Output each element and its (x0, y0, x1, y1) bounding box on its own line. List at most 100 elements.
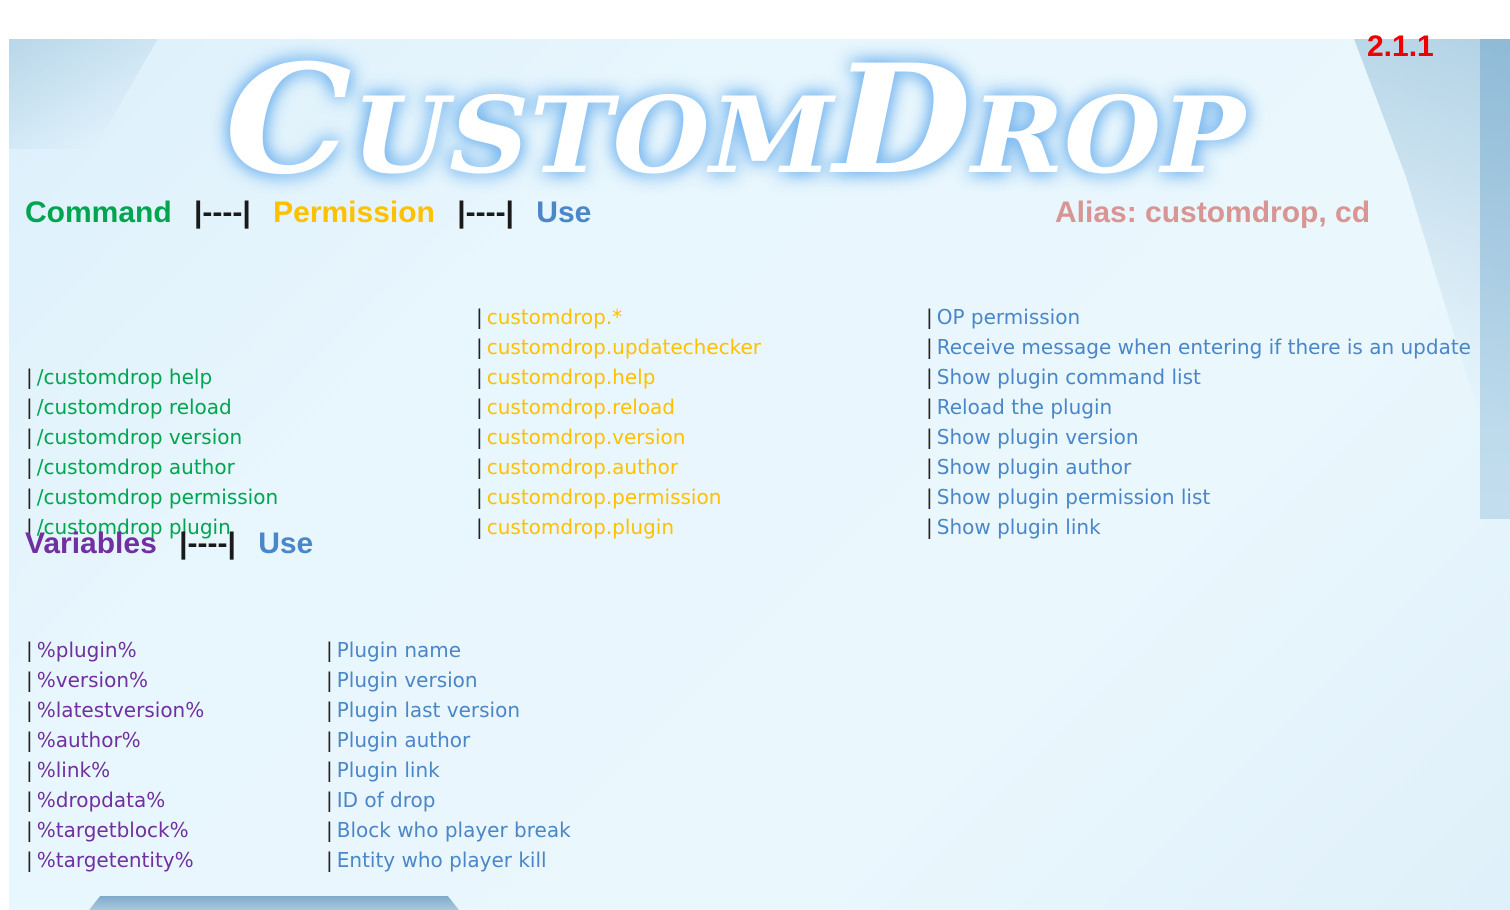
row-separator: | (26, 728, 33, 752)
command-text: /customdrop version (36, 425, 243, 449)
variable-use-text: Plugin version (336, 668, 478, 692)
row-separator: | (26, 455, 33, 479)
uses-list: | OP permission | Receive message when ent… (926, 302, 1471, 542)
row-separator: | (326, 698, 333, 722)
permission-text: customdrop.updatechecker (486, 335, 762, 359)
command-text: /customdrop permission (36, 485, 279, 509)
row-separator: | (26, 698, 33, 722)
command-text: /customdrop author (36, 455, 235, 479)
row-separator: | (476, 455, 483, 479)
list-item: | Receive message when entering if there … (926, 332, 1471, 362)
use-text: Receive message when entering if there i… (936, 335, 1471, 359)
row-separator: | (26, 818, 33, 842)
row-separator: | (326, 848, 333, 872)
variable-use-text: Entity who player kill (336, 848, 547, 872)
permission-text: customdrop.reload (486, 395, 676, 419)
use-text: Show plugin version (936, 425, 1139, 449)
row-separator: | (926, 485, 933, 509)
permission-heading: Permission (273, 196, 435, 229)
list-item: | Show plugin command list (926, 362, 1471, 392)
list-item: | %version% (26, 665, 204, 695)
variable-use-text: Plugin last version (336, 698, 521, 722)
use-text: Show plugin link (936, 515, 1101, 539)
commands-header: Command |----| Permission |----| Use (25, 196, 591, 230)
decorative-shape (89, 896, 459, 910)
variable-text: %version% (36, 668, 149, 692)
list-item: | customdrop.author (476, 452, 761, 482)
header-separator: |----| (194, 196, 251, 229)
row-separator: | (476, 305, 483, 329)
list-item: |/customdrop version (26, 422, 278, 452)
list-item: |/customdrop help (26, 362, 278, 392)
variable-text: %link% (36, 758, 111, 782)
list-item: | %link% (26, 755, 204, 785)
row-separator: | (326, 758, 333, 782)
variable-text: %author% (36, 728, 141, 752)
use-text: Show plugin author (936, 455, 1132, 479)
header-separator: |----| (179, 527, 236, 560)
decorative-shape (1480, 39, 1510, 519)
list-item: | Plugin version (326, 665, 571, 695)
list-item: | customdrop.* (476, 302, 761, 332)
variable-use-text: Plugin link (336, 758, 440, 782)
row-separator: | (926, 365, 933, 389)
commands-list: |/customdrop help |/customdrop reload | /… (26, 362, 278, 542)
row-separator: | (26, 848, 33, 872)
permissions-list: | customdrop.* | customdrop.updatechecker … (476, 302, 761, 542)
permission-text: customdrop.version (486, 425, 686, 449)
list-item: | customdrop.reload (476, 392, 761, 422)
row-separator: | (476, 365, 483, 389)
customdrop-logo: CustomDrop (205, 22, 1265, 212)
row-separator: | (926, 395, 933, 419)
alias-label: Alias: customdrop, cd (1055, 196, 1371, 229)
header-separator: |----| (457, 196, 514, 229)
list-item: | Show plugin link (926, 512, 1471, 542)
list-item: | Show plugin author (926, 452, 1471, 482)
variable-text: %plugin% (36, 638, 137, 662)
decorative-shape (9, 39, 164, 149)
permission-text: customdrop.* (486, 305, 623, 329)
row-separator: | (326, 788, 333, 812)
list-item: | customdrop.plugin (476, 512, 761, 542)
row-separator: | (476, 395, 483, 419)
list-item: |/customdrop permission (26, 482, 278, 512)
use-heading: Use (258, 527, 314, 560)
list-item: |/customdrop reload (26, 392, 278, 422)
row-separator: | (26, 788, 33, 812)
version-label: 2.1.1 (1367, 30, 1434, 63)
row-separator: | (326, 728, 333, 752)
use-text: Show plugin command list (936, 365, 1201, 389)
row-separator: | (926, 335, 933, 359)
variable-use-text: Block who player break (336, 818, 571, 842)
permission-text: customdrop.permission (486, 485, 722, 509)
list-item: | OP permission (926, 302, 1471, 332)
row-separator: | (926, 515, 933, 539)
variables-heading: Variables (25, 527, 157, 560)
list-item: | %targetentity% (26, 845, 204, 875)
variable-text: %dropdata% (36, 788, 166, 812)
use-text: Show plugin permission list (936, 485, 1211, 509)
variables-list: | %plugin% | %version% | %latestversion% |%… (26, 635, 204, 875)
row-separator: | (926, 305, 933, 329)
list-item: | Show plugin version (926, 422, 1471, 452)
list-item: | customdrop.version (476, 422, 761, 452)
logo-text: CustomDrop (225, 32, 1248, 208)
row-separator: | (26, 485, 33, 509)
row-separator: | (326, 668, 333, 692)
row-separator: | (26, 425, 33, 449)
variable-uses-list: | Plugin name | Plugin version | Plugin las… (326, 635, 571, 875)
permission-text: customdrop.author (486, 455, 679, 479)
row-separator: | (26, 395, 33, 419)
command-text: /customdrop help (36, 365, 213, 389)
use-text: OP permission (936, 305, 1081, 329)
command-heading: Command (25, 196, 172, 229)
variable-use-text: Plugin author (336, 728, 471, 752)
list-item: | customdrop.help (476, 362, 761, 392)
list-item: | %dropdata% (26, 785, 204, 815)
row-separator: | (26, 668, 33, 692)
row-separator: | (476, 335, 483, 359)
row-separator: | (476, 425, 483, 449)
list-item: | Reload the plugin (926, 392, 1471, 422)
list-item: | Plugin author (326, 725, 571, 755)
row-separator: | (476, 485, 483, 509)
